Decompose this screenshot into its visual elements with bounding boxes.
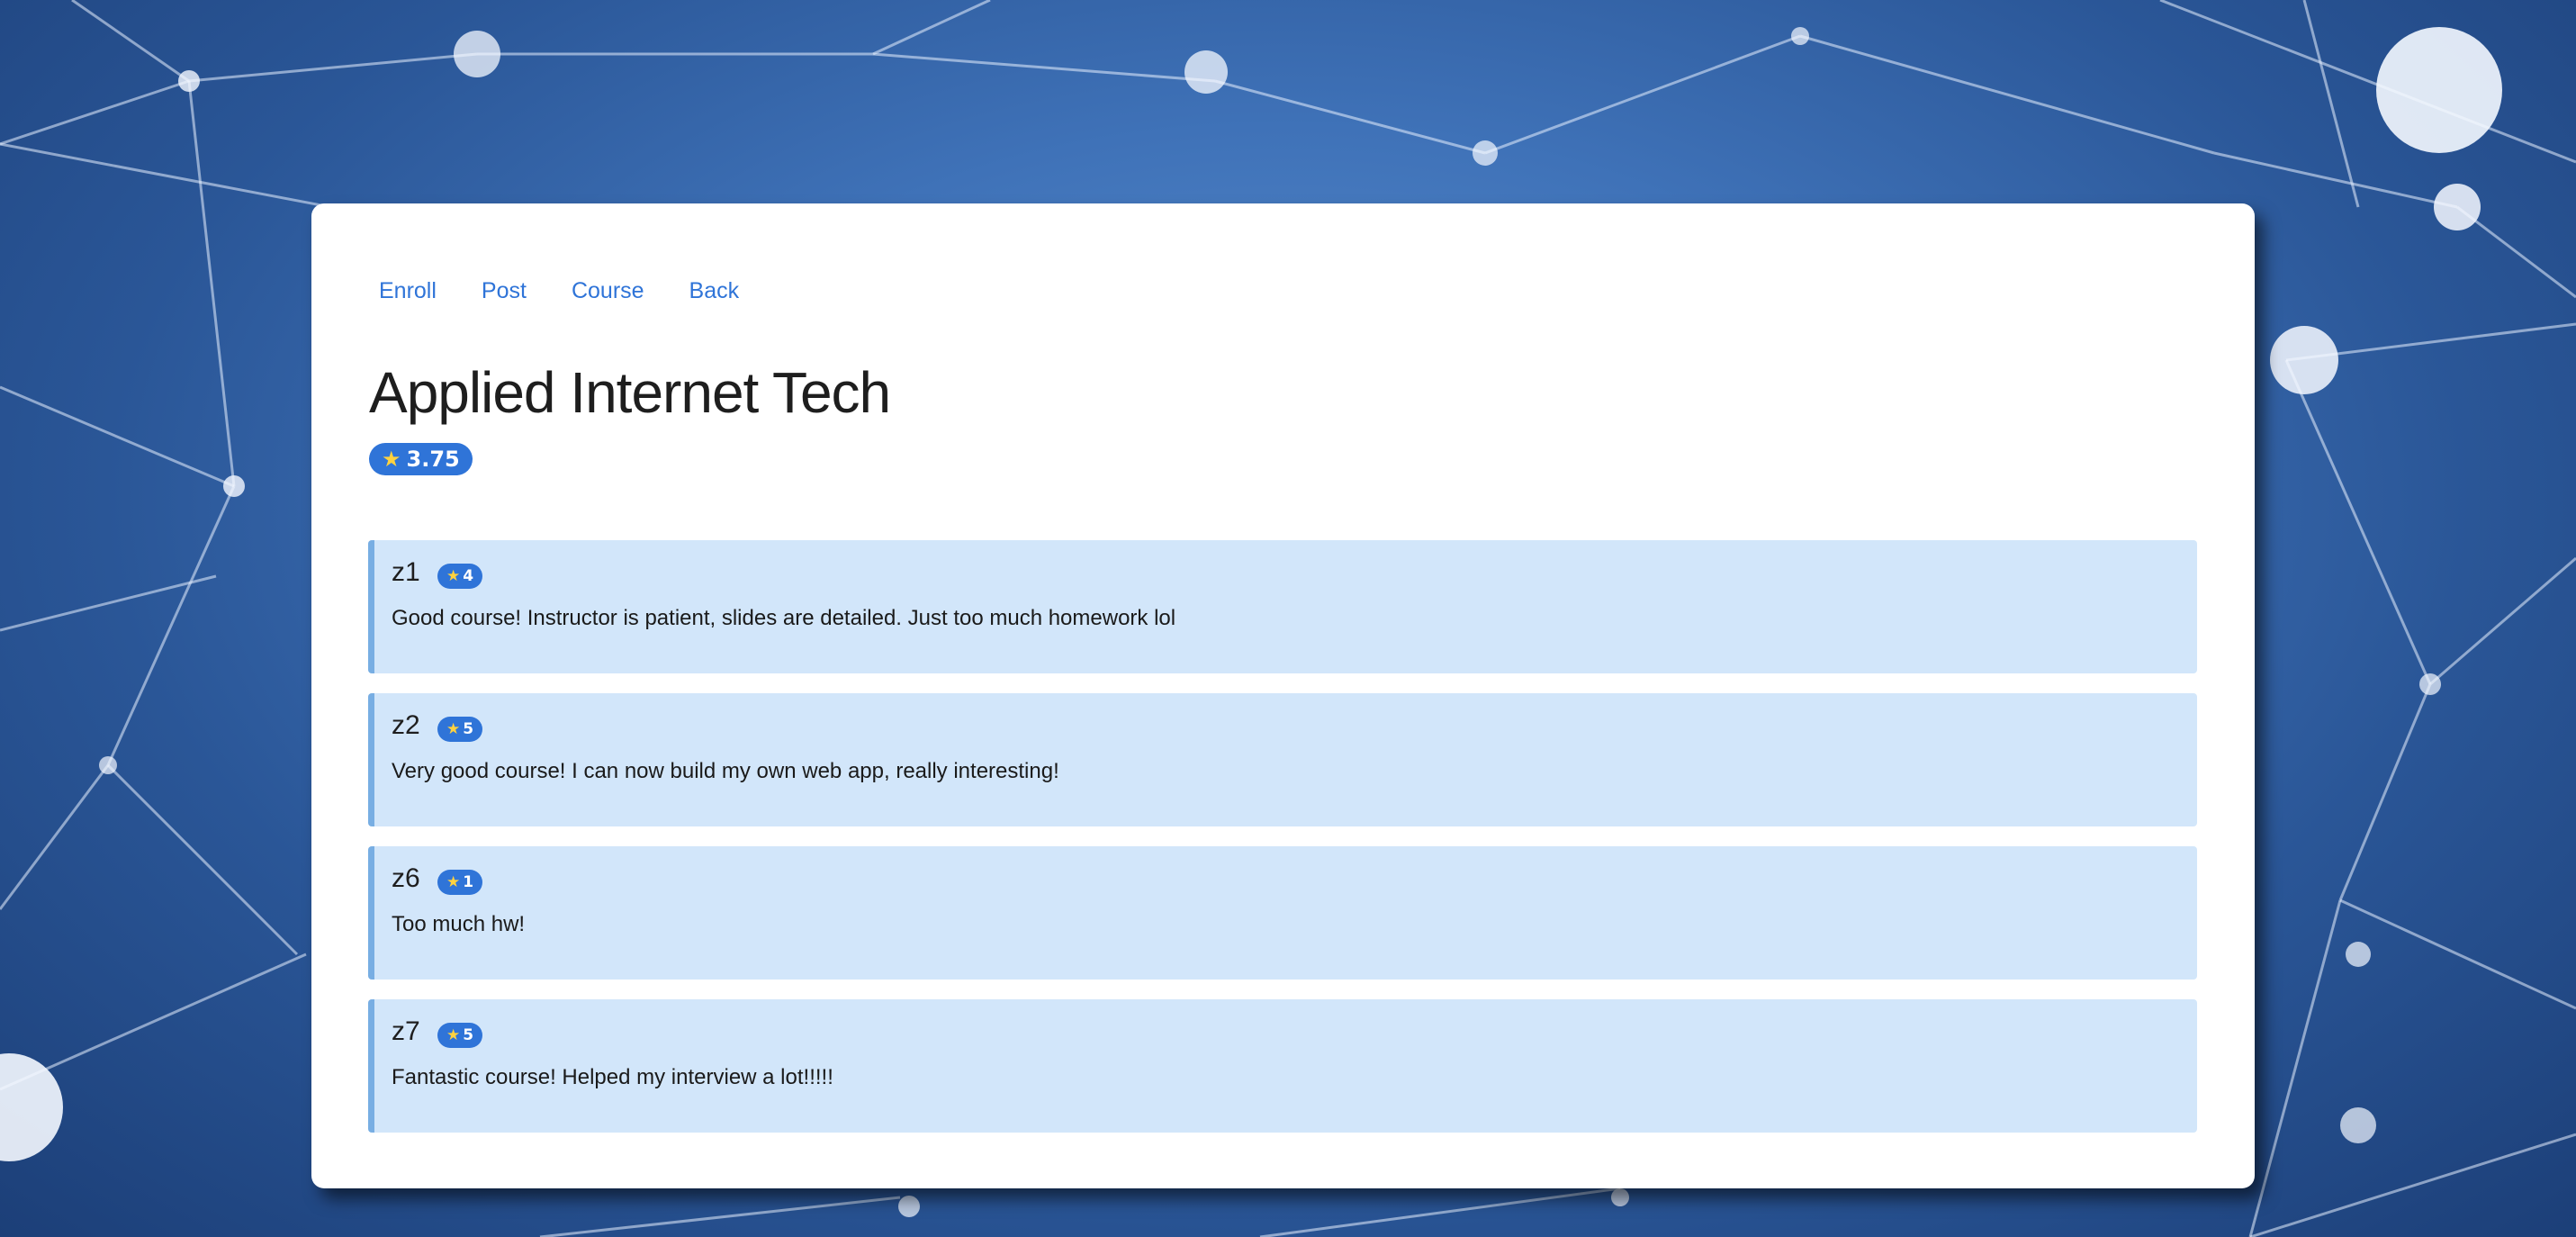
review-username: z1	[392, 557, 420, 587]
review-username: z2	[392, 710, 420, 740]
review-text: Very good course! I can now build my own…	[392, 759, 1059, 783]
course-rating-badge: ★ 3.75	[369, 443, 473, 475]
review-username: z7	[392, 1016, 420, 1046]
review-rating-value: 5	[463, 1026, 474, 1044]
course-title: Applied Internet Tech	[369, 360, 891, 425]
review-text: Too much hw!	[392, 912, 526, 936]
review-rating-badge: ★ 1	[437, 870, 483, 895]
review-rating-value: 4	[463, 567, 474, 585]
star-icon: ★	[446, 873, 461, 891]
review-item: z2 ★ 5 Very good course! I can now build…	[368, 693, 2197, 826]
star-icon: ★	[446, 567, 461, 585]
nav-post-link[interactable]: Post	[459, 275, 549, 306]
review-item: z1 ★ 4 Good course! Instructor is patien…	[368, 540, 2197, 673]
review-username: z6	[392, 863, 420, 893]
review-rating-badge: ★ 4	[437, 564, 483, 589]
review-rating-value: 5	[463, 720, 474, 738]
review-rating-badge: ★ 5	[437, 1023, 483, 1048]
review-text: Good course! Instructor is patient, slid…	[392, 606, 1176, 630]
star-icon: ★	[446, 720, 461, 738]
nav-back-link[interactable]: Back	[667, 275, 762, 306]
review-item: z7 ★ 5 Fantastic course! Helped my inter…	[368, 999, 2197, 1133]
review-item: z6 ★ 1 Too much hw!	[368, 846, 2197, 980]
review-text: Fantastic course! Helped my interview a …	[392, 1065, 833, 1089]
nav-course-link[interactable]: Course	[549, 275, 667, 306]
course-nav: Enroll Post Course Back	[379, 275, 761, 306]
course-rating-value: 3.75	[406, 447, 460, 472]
nav-enroll-link[interactable]: Enroll	[379, 275, 459, 306]
course-card: Enroll Post Course Back Applied Internet…	[311, 203, 2255, 1188]
star-icon: ★	[446, 1026, 461, 1044]
review-rating-badge: ★ 5	[437, 717, 483, 742]
review-list: z1 ★ 4 Good course! Instructor is patien…	[368, 540, 2197, 1152]
review-rating-value: 1	[463, 873, 474, 891]
star-icon: ★	[382, 447, 401, 472]
